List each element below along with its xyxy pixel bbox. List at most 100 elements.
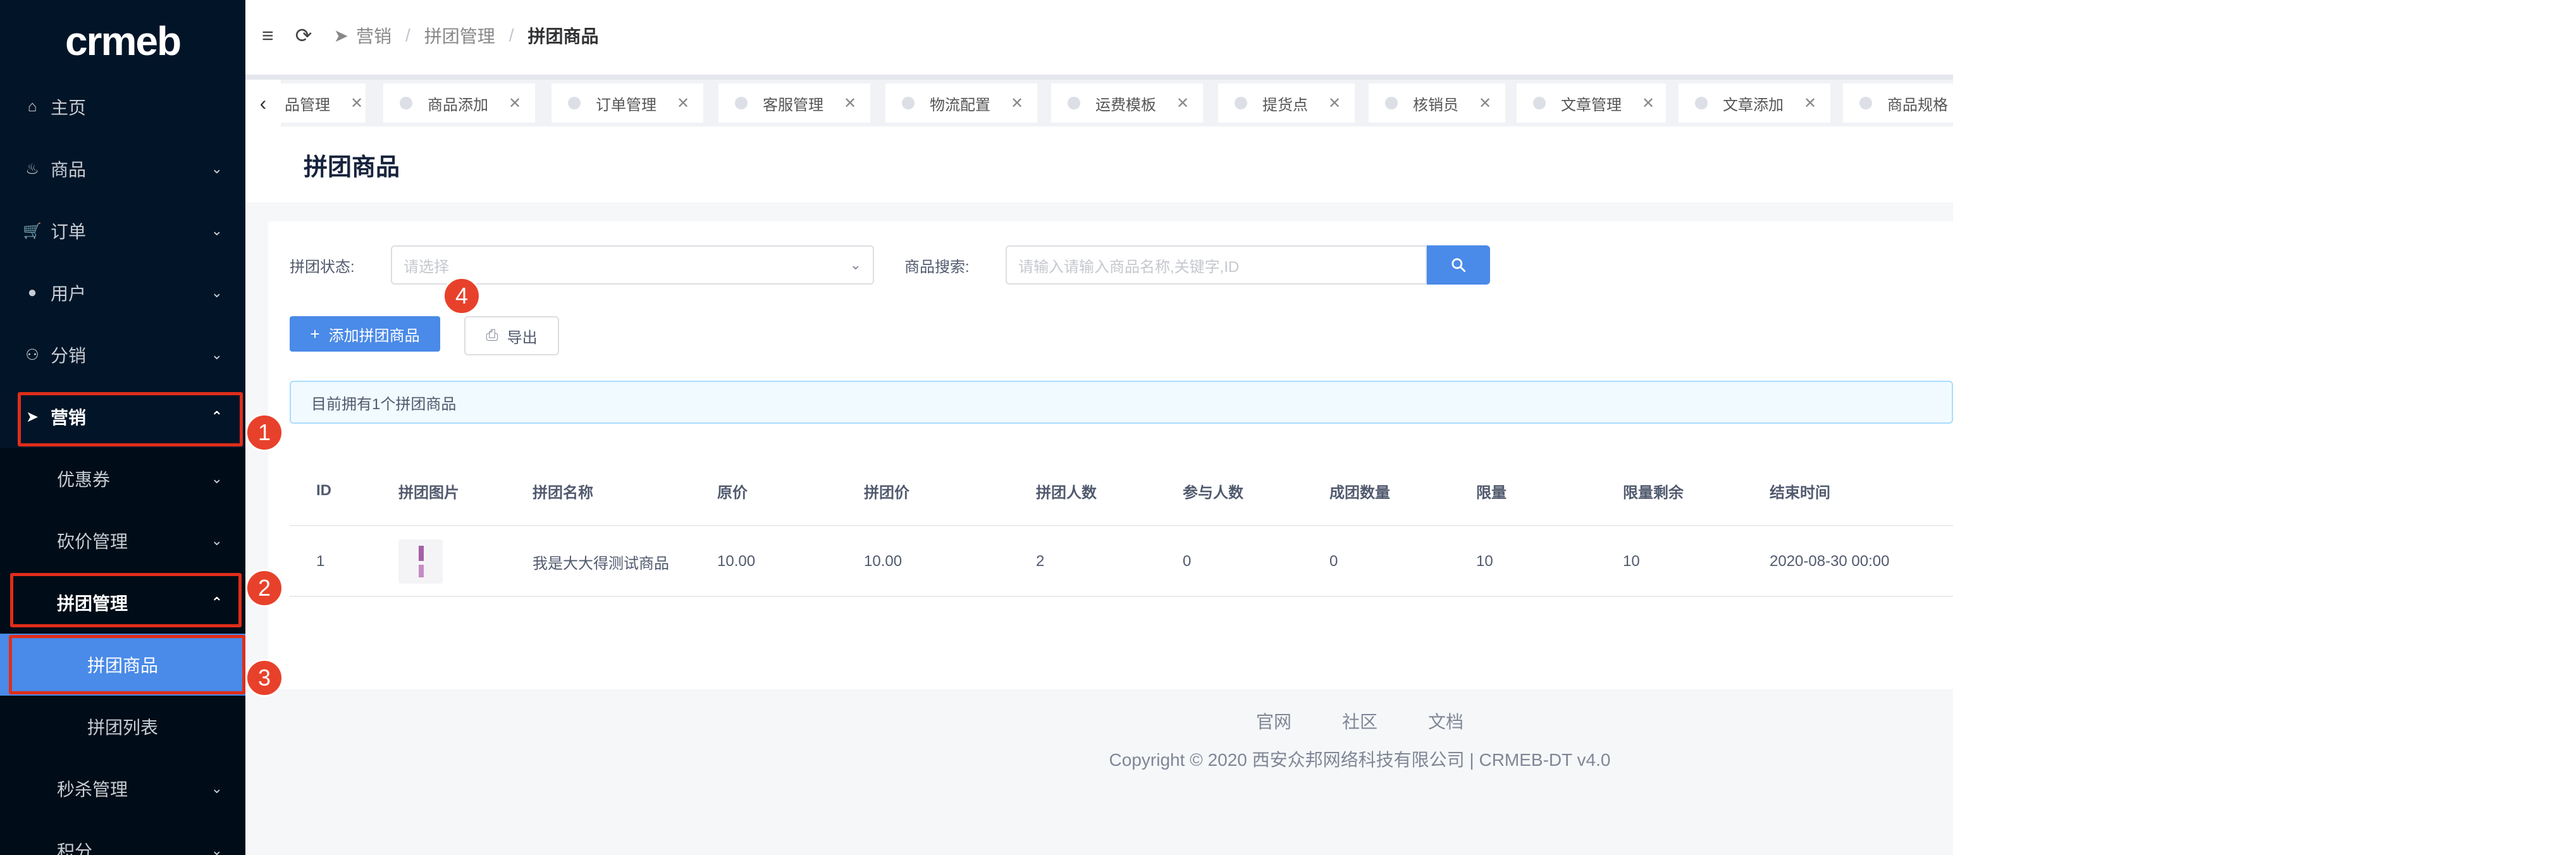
table-row[interactable]: 1 我是大大得测试商品 10.00 10.00 2 0 0 10 10 2020… bbox=[290, 526, 1953, 597]
close-icon[interactable]: ✕ bbox=[1011, 94, 1023, 113]
export-button[interactable]: ⎙ 导出 bbox=[464, 316, 559, 355]
sidebar-item-label: 订单 bbox=[51, 222, 87, 242]
tab-article-add[interactable]: 文章添加 ✕ bbox=[1679, 83, 1830, 123]
sidebar-item-label: 秒杀管理 bbox=[57, 780, 128, 799]
tab-label: 核销员 bbox=[1413, 96, 1458, 114]
sidebar-item-orders[interactable]: 🛒 订单 ⌄ bbox=[0, 200, 245, 262]
chevron-left-icon[interactable]: ‹ bbox=[245, 80, 281, 126]
tab-order-management[interactable]: 订单管理 ✕ bbox=[552, 83, 703, 123]
column-header: 拼团图片 bbox=[398, 484, 459, 501]
copyright: Copyright © 2020 西安众邦网络科技有限公司 | CRMEB-DT… bbox=[1109, 750, 1611, 770]
column-header: 成团数量 bbox=[1329, 484, 1390, 501]
column-header: 限量剩余 bbox=[1623, 484, 1684, 501]
tab-dot-icon bbox=[1068, 97, 1080, 109]
sidebar-item-label: 拼团列表 bbox=[87, 718, 159, 737]
tab-service-management[interactable]: 客服管理 ✕ bbox=[718, 83, 870, 123]
tab-label: 品管理 bbox=[285, 96, 330, 114]
footer-link-docs[interactable]: 文档 bbox=[1428, 708, 1464, 734]
tab-logistics-config[interactable]: 物流配置 ✕ bbox=[885, 83, 1037, 123]
menu-toggle-icon[interactable]: ≡ bbox=[262, 24, 274, 47]
footer-link-community[interactable]: 社区 bbox=[1342, 708, 1377, 734]
close-icon[interactable]: ✕ bbox=[677, 94, 689, 113]
sidebar-item-coupons[interactable]: 优惠券 ⌄ bbox=[0, 448, 245, 510]
tab-dot-icon bbox=[735, 97, 748, 109]
breadcrumb-item[interactable]: 拼团管理 bbox=[424, 23, 495, 48]
export-icon: ⎙ bbox=[486, 327, 498, 344]
cart-icon: 🛒 bbox=[23, 222, 42, 240]
sidebar-item-group-list[interactable]: 拼团列表 bbox=[0, 696, 245, 758]
chevron-down-icon: ⌄ bbox=[211, 285, 223, 300]
sidebar-item-home[interactable]: ⌂ 主页 bbox=[0, 76, 245, 138]
chevron-down-icon: ⌄ bbox=[211, 780, 223, 796]
annotation-badge-2: 2 bbox=[245, 569, 283, 607]
tab-label: 物流配置 bbox=[930, 96, 990, 114]
tab-dot-icon bbox=[400, 97, 412, 109]
close-icon[interactable]: ✕ bbox=[350, 94, 363, 113]
tab-shipping-template[interactable]: 运费模板 ✕ bbox=[1051, 83, 1203, 123]
cell-participants: 0 bbox=[1183, 553, 1192, 570]
status-select-placeholder: 请选择 bbox=[404, 258, 449, 276]
tab-dot-icon bbox=[1695, 97, 1708, 109]
cell-limit-left: 10 bbox=[1623, 553, 1640, 570]
product-thumbnail[interactable] bbox=[398, 539, 443, 584]
chevron-down-icon: ⌄ bbox=[211, 223, 223, 238]
status-filter-label: 拼团状态: bbox=[290, 259, 355, 276]
add-group-goods-button[interactable]: + 添加拼团商品 bbox=[290, 316, 440, 352]
chevron-down-icon: ⌄ bbox=[211, 842, 223, 855]
column-header: 原价 bbox=[717, 484, 748, 501]
breadcrumb-item[interactable]: 营销 bbox=[356, 23, 391, 48]
send-icon: ➤ bbox=[333, 25, 348, 46]
search-input[interactable]: 请输入请输入商品名称,关键字,ID bbox=[1006, 245, 1427, 285]
search-icon bbox=[1451, 258, 1466, 273]
refresh-icon[interactable]: ⟳ bbox=[295, 23, 312, 47]
cell-image bbox=[398, 526, 443, 597]
search-button[interactable] bbox=[1427, 245, 1490, 285]
close-icon[interactable]: ✕ bbox=[844, 94, 856, 113]
plus-icon: + bbox=[310, 324, 320, 343]
cell-end-time: 2020-08-30 00:00 bbox=[1770, 553, 1890, 570]
sidebar-item-points[interactable]: 积分 ⌄ bbox=[0, 820, 245, 855]
tab-label: 商品规格 bbox=[1887, 96, 1948, 114]
footer-link-official[interactable]: 官网 bbox=[1256, 708, 1291, 734]
tab-goods-management[interactable]: 品管理 ✕ bbox=[281, 83, 366, 123]
chevron-down-icon: ⌄ bbox=[211, 347, 223, 362]
search-label: 商品搜索: bbox=[904, 259, 970, 276]
tab-goods-add[interactable]: 商品添加 ✕ bbox=[383, 83, 535, 123]
close-icon[interactable]: ✕ bbox=[1176, 94, 1189, 113]
highlight-box-group-management bbox=[10, 573, 242, 627]
chevron-down-icon: ⌄ bbox=[211, 471, 223, 486]
tab-label: 客服管理 bbox=[763, 96, 823, 114]
tab-dot-icon bbox=[902, 97, 915, 109]
tab-goods-spec[interactable]: 商品规格 bbox=[1843, 83, 1953, 123]
tab-dot-icon bbox=[1533, 97, 1546, 109]
close-icon[interactable]: ✕ bbox=[1804, 94, 1816, 113]
tab-label: 提货点 bbox=[1262, 96, 1308, 114]
tab-verifier[interactable]: 核销员 ✕ bbox=[1369, 83, 1505, 123]
cell-group-price: 10.00 bbox=[864, 553, 903, 570]
breadcrumb: ➤ 营销 / 拼团管理 / 拼团商品 bbox=[333, 23, 598, 48]
tab-pickup-point[interactable]: 提货点 ✕ bbox=[1218, 83, 1355, 123]
user-icon: ● bbox=[27, 284, 37, 301]
column-header: 拼团价 bbox=[864, 484, 909, 501]
sidebar-item-distribution[interactable]: ⚇ 分销 ⌄ bbox=[0, 324, 245, 386]
close-icon[interactable]: ✕ bbox=[508, 94, 521, 113]
close-icon[interactable]: ✕ bbox=[1328, 94, 1341, 113]
sidebar-item-users[interactable]: ● 用户 ⌄ bbox=[0, 262, 245, 324]
breadcrumb-separator: / bbox=[508, 25, 514, 45]
add-button-label: 添加拼团商品 bbox=[328, 327, 420, 345]
table-header: ID 拼团图片 拼团名称 原价 拼团价 拼团人数 参与人数 成团数量 限量 限量… bbox=[290, 455, 1953, 526]
close-icon[interactable]: ✕ bbox=[1479, 94, 1491, 113]
sidebar-item-label: 用户 bbox=[51, 284, 87, 304]
sidebar-item-bargain[interactable]: 砍价管理 ⌄ bbox=[0, 510, 245, 572]
search-placeholder: 请输入请输入商品名称,关键字,ID bbox=[1018, 258, 1240, 276]
annotation-badge-4: 4 bbox=[443, 277, 481, 315]
sidebar-item-goods[interactable]: ♨ 商品 ⌄ bbox=[0, 138, 245, 200]
close-icon[interactable]: ✕ bbox=[1642, 94, 1655, 113]
tab-dot-icon bbox=[568, 97, 581, 109]
cell-name: 我是大大得测试商品 bbox=[533, 555, 669, 572]
basket-icon: ♨ bbox=[25, 160, 39, 178]
page-title: 拼团商品 bbox=[245, 126, 1953, 202]
tab-article-management[interactable]: 文章管理 ✕ bbox=[1517, 83, 1666, 123]
home-icon: ⌂ bbox=[27, 98, 37, 115]
sidebar-item-seckill[interactable]: 秒杀管理 ⌄ bbox=[0, 758, 245, 820]
